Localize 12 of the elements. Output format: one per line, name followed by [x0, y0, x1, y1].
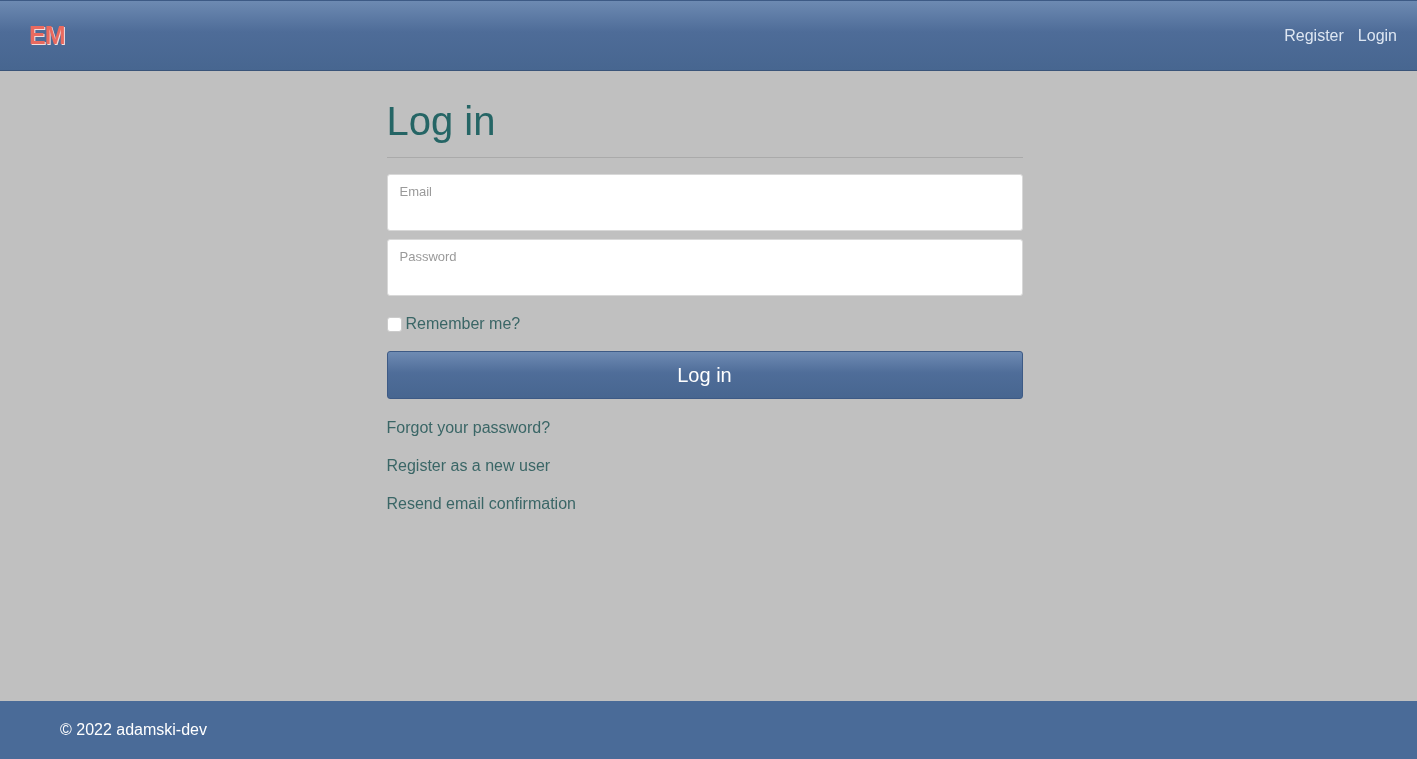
input-field[interactable]: Password	[386, 239, 1023, 296]
remember-checkbox[interactable]	[386, 316, 402, 332]
remember-label[interactable]: Remember me?	[405, 315, 521, 333]
copyright-text: © 2022 adamski-dev	[60, 721, 207, 739]
account-link[interactable]: Register as a new user	[386, 457, 551, 475]
login-button[interactable]: Log in	[386, 351, 1023, 399]
account-link[interactable]: Forgot your password?	[386, 419, 551, 437]
nav-link[interactable]: Register	[1284, 26, 1344, 45]
nav-link[interactable]: Login	[1357, 26, 1397, 45]
page-title: Log in	[386, 99, 1023, 158]
input-field[interactable]: Email	[386, 174, 1023, 231]
account-link[interactable]: Resend email confirmation	[386, 495, 576, 513]
